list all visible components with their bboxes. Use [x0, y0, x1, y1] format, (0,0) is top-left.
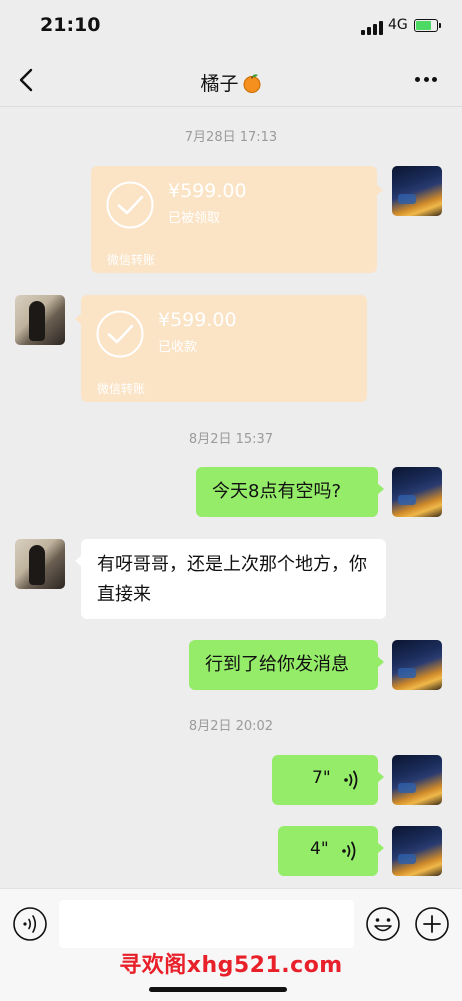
- battery-icon: [414, 19, 438, 32]
- message-input[interactable]: [59, 900, 354, 948]
- voice-wave-icon: [344, 770, 358, 790]
- contact-avatar[interactable]: [15, 539, 65, 589]
- my-avatar[interactable]: [392, 166, 442, 216]
- transfer-amount: ¥599.00: [168, 180, 247, 202]
- signal-icon: [361, 21, 383, 35]
- voice-message[interactable]: 7": [272, 755, 384, 805]
- message-bubble-sent[interactable]: 行到了给你发消息: [189, 640, 384, 690]
- contact-avatar[interactable]: [15, 295, 65, 345]
- transfer-amount: ¥599.00: [158, 309, 237, 331]
- voice-input-icon[interactable]: [12, 906, 48, 942]
- my-avatar[interactable]: [392, 467, 442, 517]
- my-avatar[interactable]: [392, 755, 442, 805]
- my-avatar[interactable]: [392, 826, 442, 876]
- more-icon[interactable]: [412, 75, 440, 85]
- chat-header: 橘子: [0, 54, 462, 107]
- timestamp: 7月28日 17:13: [184, 130, 278, 145]
- message-bubble-sent[interactable]: 今天8点有空吗?: [196, 467, 384, 517]
- transfer-card-sent[interactable]: ¥599.00 已被领取 微信转账: [91, 166, 383, 273]
- battery-nub: [439, 23, 441, 28]
- home-indicator[interactable]: [149, 987, 287, 992]
- chat-title: 橘子: [0, 69, 462, 96]
- my-avatar[interactable]: [392, 640, 442, 690]
- transfer-status: 已收款: [158, 340, 198, 355]
- watermark-text: 寻欢阁xhg521.com: [119, 953, 343, 978]
- check-circle-icon: [106, 181, 154, 229]
- transfer-brand: 微信转账: [97, 382, 146, 396]
- emoji-icon[interactable]: [365, 906, 401, 942]
- timestamp: 8月2日 20:02: [188, 719, 274, 734]
- orange-emoji-icon: [243, 74, 260, 93]
- network-type: 4G: [388, 17, 408, 33]
- status-bar: 21:10 4G: [0, 0, 462, 54]
- input-bar: 寻欢阁xhg521.com: [0, 888, 462, 1001]
- plus-icon[interactable]: [414, 906, 450, 942]
- voice-message[interactable]: 4": [278, 826, 384, 876]
- voice-duration: 7": [312, 768, 331, 788]
- message-bubble-received[interactable]: 有呀哥哥，还是上次那个地方，你直接来: [75, 539, 386, 619]
- voice-duration: 4": [310, 839, 329, 859]
- timestamp: 8月2日 15:37: [188, 432, 274, 447]
- status-time: 21:10: [40, 14, 101, 36]
- check-circle-icon: [96, 310, 144, 358]
- voice-wave-icon: [342, 841, 356, 861]
- transfer-card-received[interactable]: ¥599.00 已收款 微信转账: [75, 295, 367, 402]
- transfer-status: 已被领取: [168, 211, 221, 226]
- transfer-brand: 微信转账: [107, 253, 156, 267]
- contact-name: 橘子: [200, 73, 239, 95]
